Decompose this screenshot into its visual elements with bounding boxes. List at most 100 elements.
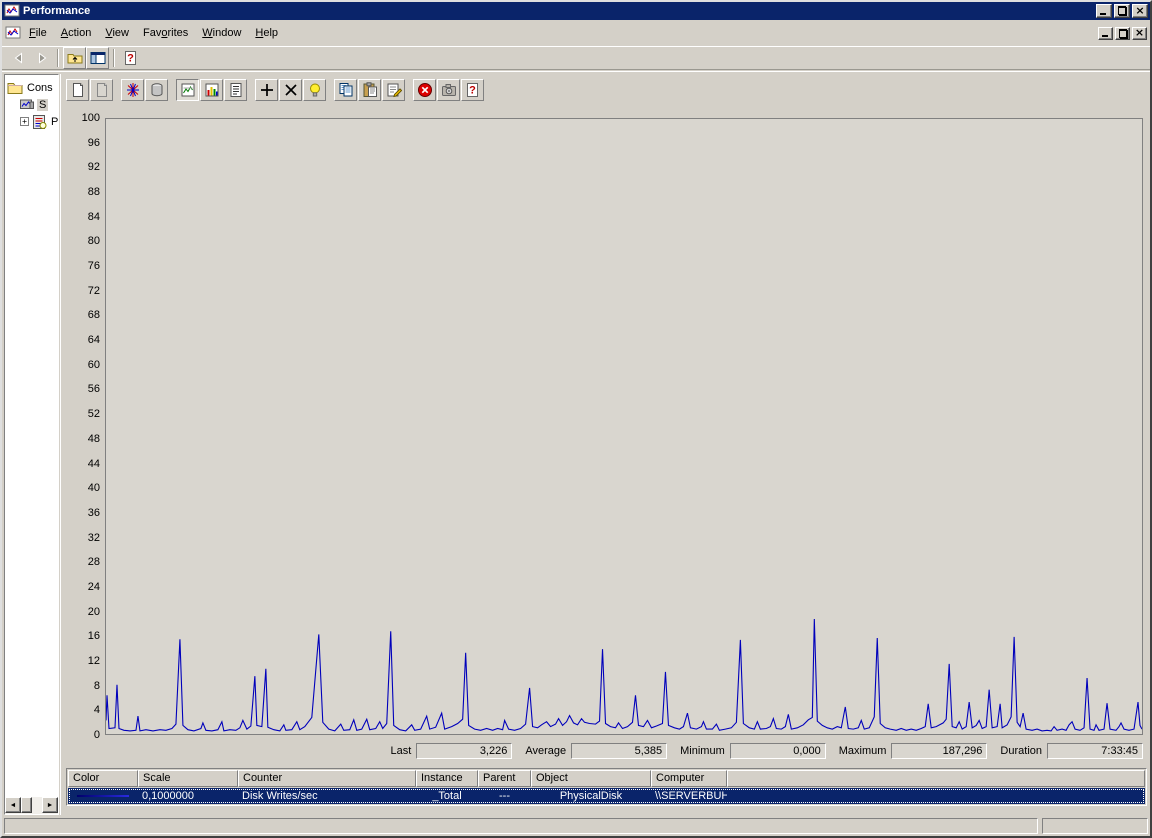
maximum-label: Maximum	[839, 745, 887, 757]
minimize-button[interactable]	[1096, 4, 1112, 18]
last-label: Last	[391, 745, 412, 757]
clear-display-button[interactable]	[90, 79, 113, 101]
legend-cell-instance: _Total	[416, 790, 478, 802]
app-icon	[4, 3, 20, 19]
tree-item-p[interactable]: +P	[5, 113, 58, 130]
properties-icon	[386, 82, 402, 98]
legend-column-header-instance[interactable]: Instance	[416, 770, 478, 787]
tree-item-label: Cons	[25, 82, 55, 94]
help-button[interactable]: ?	[119, 47, 142, 69]
menu-help[interactable]: Help	[248, 23, 285, 43]
legend-header: ColorScaleCounterInstanceParentObjectCom…	[68, 770, 1145, 787]
scroll-thumb[interactable]	[21, 797, 32, 813]
legend-column-header-computer[interactable]: Computer	[651, 770, 727, 787]
view-current-activity-button[interactable]	[121, 79, 144, 101]
tree-item-cons[interactable]: Cons	[5, 79, 58, 96]
close-icon: ×	[1135, 6, 1144, 16]
legend-row-disk-writes-sec[interactable]: 0,1000000Disk Writes/sec_Total---Physica…	[68, 788, 1145, 804]
y-tick-label: 16	[64, 630, 100, 642]
add-counter-button[interactable]	[255, 79, 278, 101]
view-log-data-button[interactable]	[145, 79, 168, 101]
svg-text:?: ?	[127, 53, 134, 65]
freeze-display-icon	[417, 82, 433, 98]
close-button[interactable]: ×	[1132, 4, 1148, 18]
y-tick-label: 4	[64, 704, 100, 716]
console-root-folder-icon	[7, 80, 23, 96]
window-title: Performance	[23, 5, 1093, 17]
properties-button[interactable]	[382, 79, 405, 101]
line-chart	[106, 119, 1142, 734]
performance-logs-icon	[31, 114, 47, 130]
restore-button[interactable]	[1114, 4, 1130, 18]
console-icon	[5, 25, 21, 41]
view-report-button[interactable]	[224, 79, 247, 101]
scroll-right-button[interactable]: ►	[42, 797, 58, 813]
new-counter-set-icon	[70, 82, 86, 98]
freeze-display-button[interactable]	[413, 79, 436, 101]
menu-bar: FileActionViewFavoritesWindowHelp ×	[2, 20, 1150, 46]
legend-column-header-object[interactable]: Object	[531, 770, 651, 787]
child-minimize-button[interactable]	[1098, 27, 1113, 40]
delete-counter-icon	[283, 82, 299, 98]
highlight-button[interactable]	[303, 79, 326, 101]
tree-item-label: P	[49, 116, 59, 128]
update-data-button[interactable]	[437, 79, 460, 101]
title-bar[interactable]: Performance ×	[2, 2, 1150, 20]
system-monitor-toolbar: ?	[66, 78, 485, 102]
tree-expander-icon[interactable]: +	[20, 117, 29, 126]
child-restore-button[interactable]	[1115, 27, 1130, 40]
y-tick-label: 84	[64, 211, 100, 223]
y-tick-label: 40	[64, 482, 100, 494]
view-histogram-button[interactable]	[200, 79, 223, 101]
forward-button[interactable]	[30, 47, 53, 69]
delete-counter-button[interactable]	[279, 79, 302, 101]
chart-plot-area	[105, 118, 1143, 735]
last-value: 3,226	[416, 743, 512, 759]
minimum-value: 0,000	[730, 743, 826, 759]
tree-horizontal-scrollbar[interactable]: ◄ ►	[5, 797, 58, 814]
toolbar-separator	[57, 49, 59, 67]
show-hide-console-tree-button[interactable]	[86, 47, 109, 69]
menu-action[interactable]: Action	[54, 23, 99, 43]
status-bar	[2, 815, 1150, 836]
legend-column-header-color[interactable]: Color	[68, 770, 138, 787]
menu-favorites[interactable]: Favorites	[136, 23, 195, 43]
scroll-track[interactable]	[32, 797, 42, 814]
menu-view[interactable]: View	[98, 23, 136, 43]
tree-item-s[interactable]: S	[5, 96, 58, 113]
y-tick-label: 12	[64, 655, 100, 667]
main-area: ConsS+P ◄ ► ? 10096928884807672686460565…	[2, 71, 1150, 815]
legend-column-header-scale[interactable]: Scale	[138, 770, 238, 787]
help-icon: ?	[465, 82, 481, 98]
menu-file[interactable]: File	[22, 23, 54, 43]
minimum-label: Minimum	[680, 745, 725, 757]
y-tick-label: 28	[64, 556, 100, 568]
average-label: Average	[525, 745, 566, 757]
legend-column-header-counter[interactable]: Counter	[238, 770, 416, 787]
copy-properties-button[interactable]	[334, 79, 357, 101]
back-button[interactable]	[7, 47, 30, 69]
view-graph-icon	[180, 82, 196, 98]
toolbar-separator	[113, 49, 115, 67]
clear-display-icon	[94, 82, 110, 98]
y-tick-label: 24	[64, 581, 100, 593]
view-graph-button[interactable]	[176, 79, 199, 101]
scroll-left-button[interactable]: ◄	[5, 797, 21, 813]
system-monitor-icon	[19, 97, 35, 113]
legend-column-header-parent[interactable]: Parent	[478, 770, 531, 787]
child-close-button[interactable]: ×	[1132, 27, 1147, 40]
performance-window: Performance × FileActionViewFavoritesWin…	[0, 0, 1152, 838]
menu-window[interactable]: Window	[195, 23, 248, 43]
copy-properties-icon	[338, 82, 354, 98]
legend-column-header-filler	[727, 770, 1145, 787]
help-button[interactable]: ?	[461, 79, 484, 101]
child-window-controls: ×	[1098, 27, 1147, 40]
up-one-level-button[interactable]	[63, 47, 86, 69]
paste-counter-list-button[interactable]	[358, 79, 381, 101]
forward-icon	[34, 50, 50, 66]
tree-item-label: S	[37, 99, 48, 111]
duration-label: Duration	[1000, 745, 1042, 757]
new-counter-set-button[interactable]	[66, 79, 89, 101]
update-data-icon	[441, 82, 457, 98]
counter-legend: ColorScaleCounterInstanceParentObjectCom…	[66, 768, 1147, 806]
